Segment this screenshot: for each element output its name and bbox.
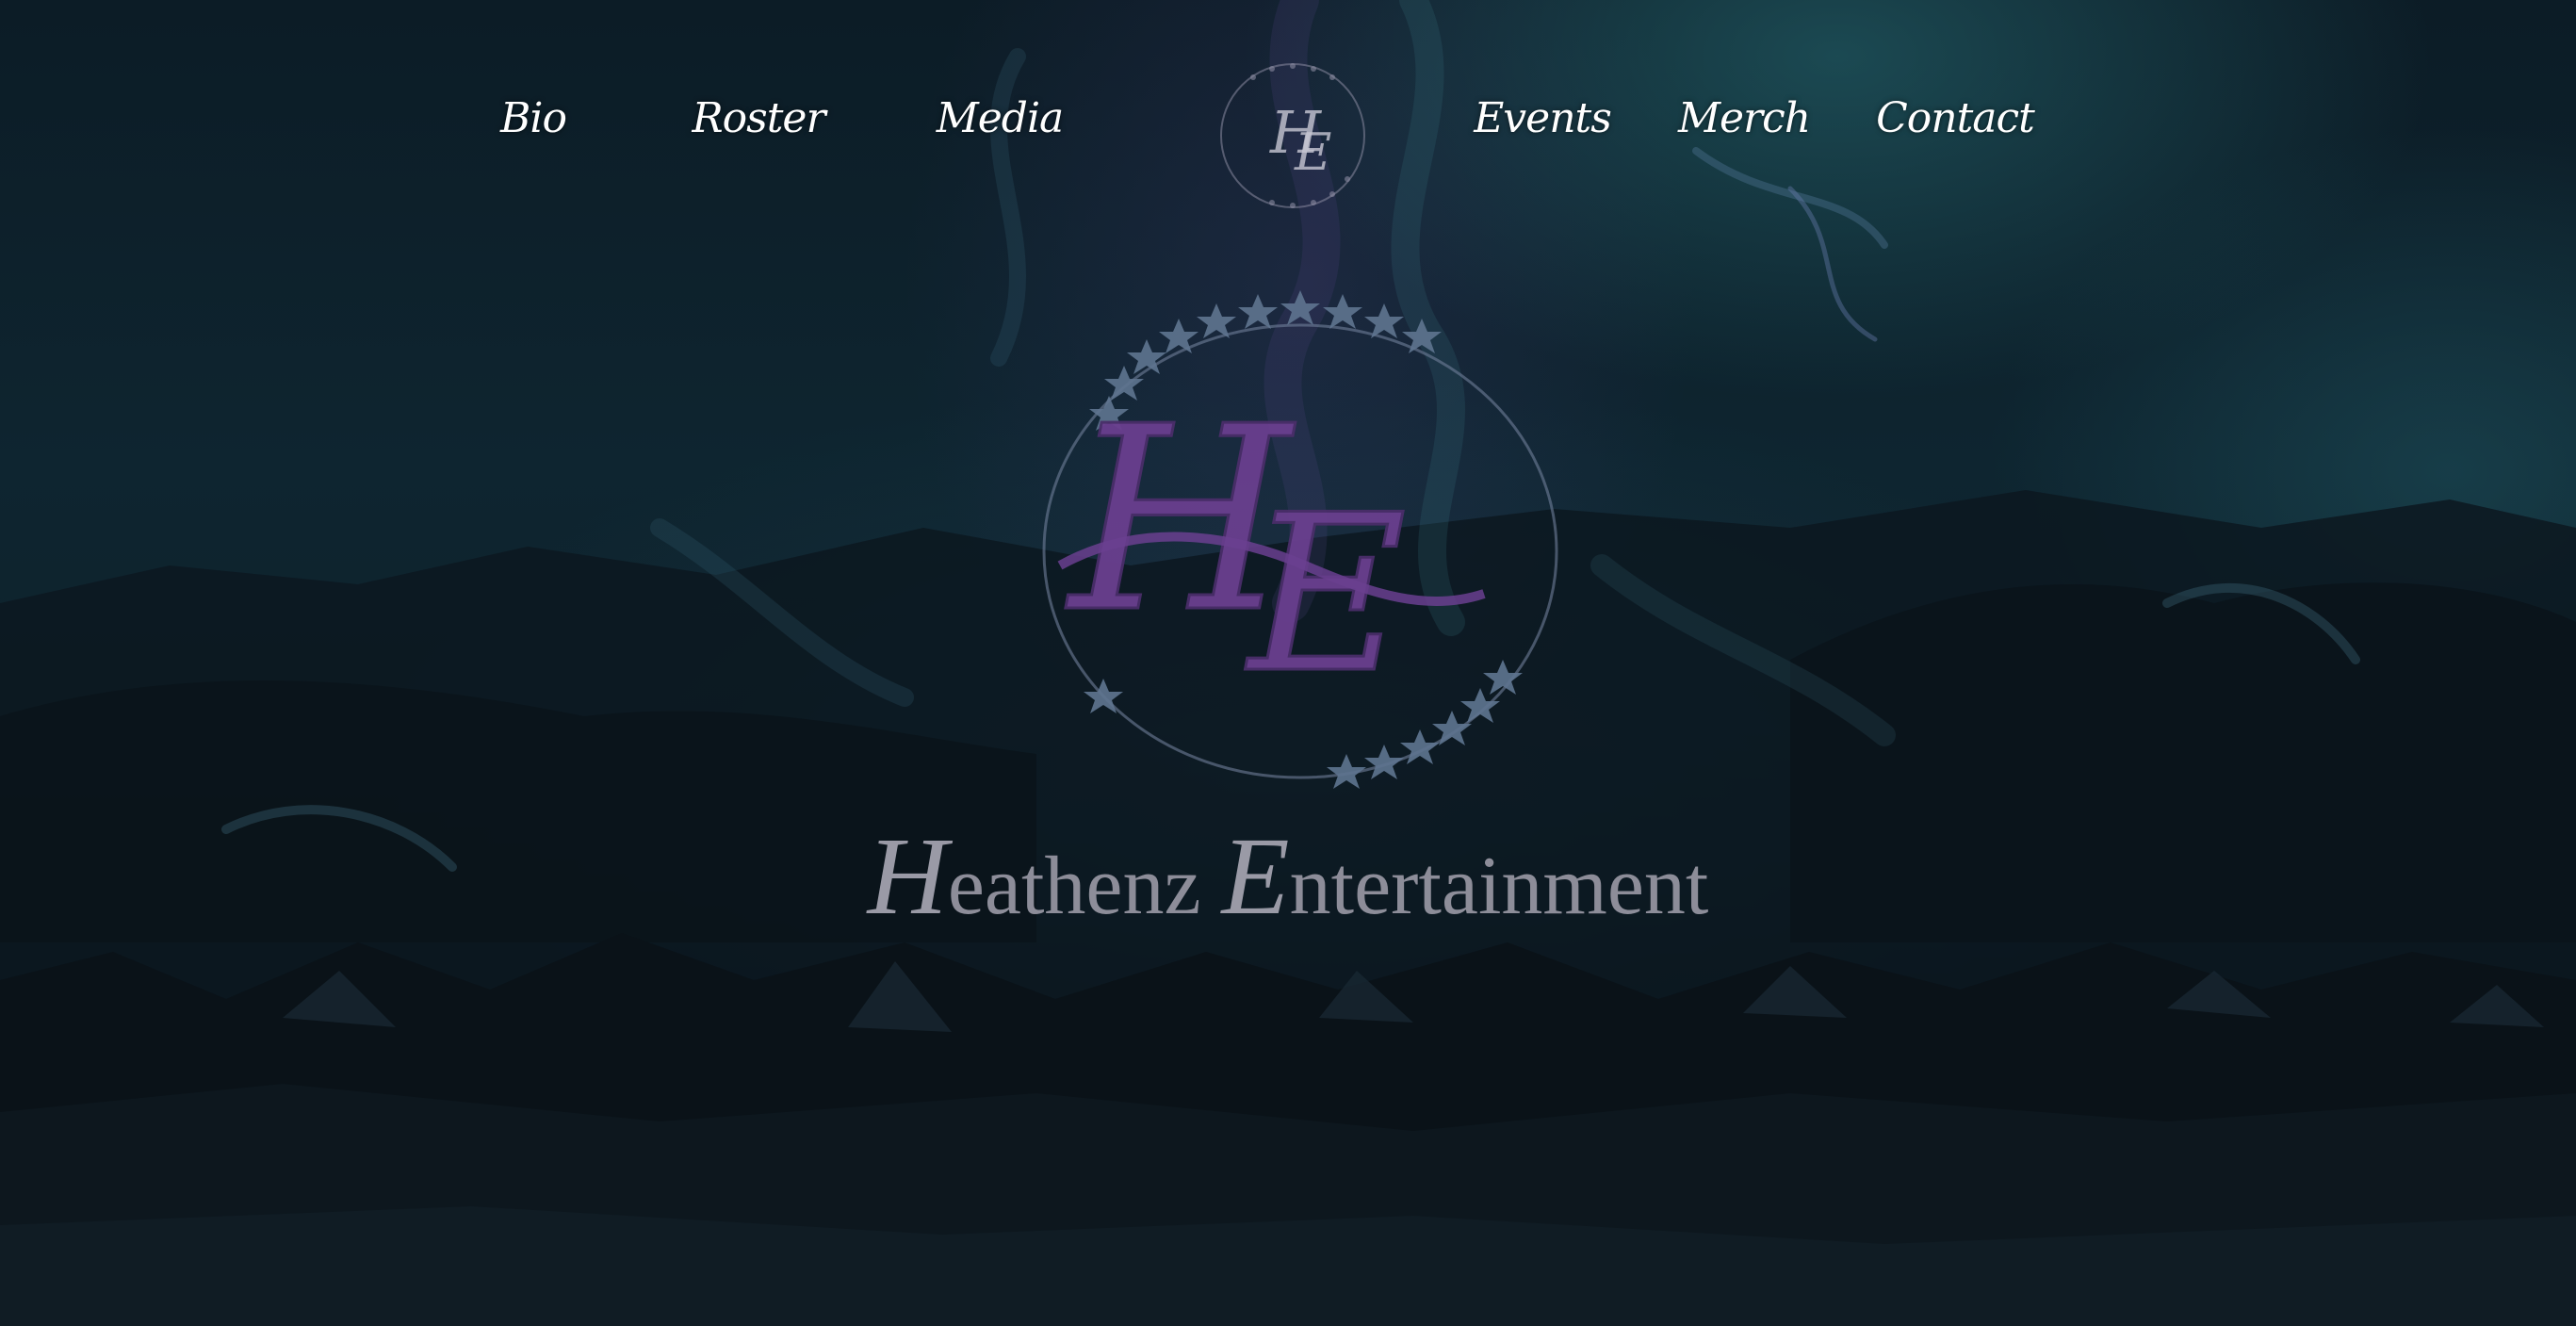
nav-events-link[interactable]: Events <box>1474 94 1612 142</box>
hero-title-e: E <box>1221 814 1290 938</box>
hero-title-h: H <box>867 814 948 938</box>
hero-title: Heathenz Entertainment <box>0 812 2576 941</box>
nav-merch-link[interactable]: Merch <box>1678 94 1811 142</box>
he-monogram-star-wreath-icon: H E <box>1042 290 1558 789</box>
hero-title-part-2: ntertainment <box>1289 841 1709 932</box>
svg-text:E: E <box>1294 123 1331 182</box>
hero-title-part-1: eathenz <box>947 841 1222 932</box>
he-monogram-icon[interactable]: H E <box>1215 58 1370 213</box>
nav-contact-link[interactable]: Contact <box>1876 94 2035 142</box>
nav-bio-link[interactable]: Bio <box>500 94 567 142</box>
page: Bio Roster Media Events Merch Contact H … <box>0 0 2576 1326</box>
nav-media-link[interactable]: Media <box>937 94 1065 142</box>
nav-roster-link[interactable]: Roster <box>693 94 826 142</box>
